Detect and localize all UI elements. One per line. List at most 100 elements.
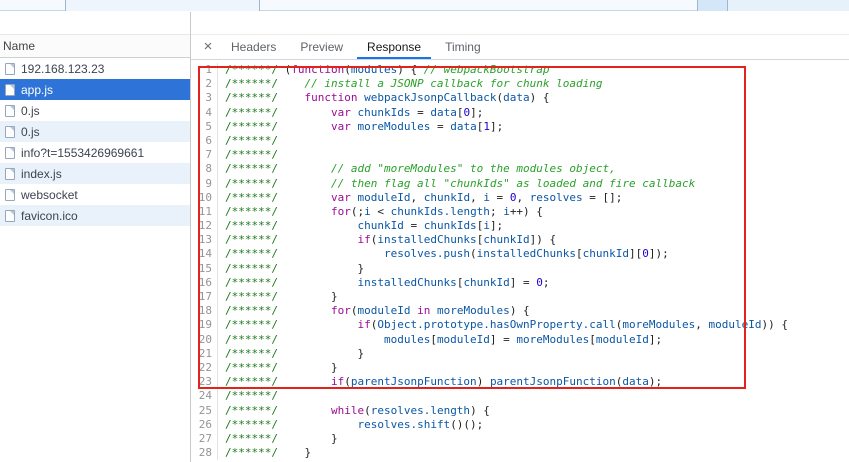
line-number[interactable]: 11 — [191, 204, 218, 220]
request-label: app.js — [21, 82, 54, 97]
line-number[interactable]: 17 — [191, 290, 218, 305]
code-line[interactable]: 2 /******/ // install a JSONP callback fo… — [191, 77, 849, 92]
line-number[interactable]: 19 — [191, 318, 218, 333]
code-line[interactable]: 26 /******/ resolves.shift()(); — [191, 417, 849, 432]
line-number[interactable]: 26 — [191, 417, 218, 432]
network-request-row[interactable]: index.js — [0, 163, 190, 184]
line-number[interactable]: 25 — [191, 403, 218, 418]
line-number[interactable]: 3 — [191, 91, 218, 106]
close-icon[interactable]: × — [197, 36, 219, 58]
code-line[interactable]: 24 /******/ — [191, 389, 849, 404]
line-number[interactable]: 12 — [191, 219, 218, 234]
tab-response[interactable]: Response — [357, 35, 432, 59]
file-icon — [5, 83, 15, 96]
line-number[interactable]: 24 — [191, 389, 218, 404]
network-request-row[interactable]: info?t=1553426969661 — [0, 142, 190, 163]
line-number[interactable]: 14 — [191, 247, 218, 262]
request-label: info?t=1553426969661 — [21, 145, 145, 160]
code-line[interactable]: 20 /******/ modules[moduleId] = moreModul… — [191, 332, 849, 347]
code-text: /******/ var moreModules = data[1]; — [225, 119, 504, 133]
line-number[interactable]: 9 — [191, 176, 218, 191]
line-number[interactable]: 8 — [191, 162, 218, 177]
code-text: /******/ resolves.shift()(); — [225, 417, 484, 431]
file-icon — [5, 209, 15, 222]
code-line[interactable]: 9 /******/ // then flag all "chunkIds" as… — [191, 176, 849, 191]
code-line[interactable]: 23 /******/ if(parentJsonpFunction) paren… — [191, 375, 849, 390]
network-name-column-header[interactable]: Name — [0, 34, 190, 58]
line-number[interactable]: 4 — [191, 105, 218, 120]
network-request-row[interactable]: app.js — [0, 79, 190, 100]
code-text: /******/ } — [225, 360, 338, 374]
code-line[interactable]: 8 /******/ // add "moreModules" to the mo… — [191, 162, 849, 177]
code-line[interactable]: 5 /******/ var moreModules = data[1]; — [191, 119, 849, 134]
code-text: /******/ (function(modules) { // webpack… — [225, 63, 550, 76]
response-code: 1 /******/ (function(modules) { // webpac… — [191, 63, 849, 461]
line-number[interactable]: 23 — [191, 375, 218, 390]
code-text: /******/ var moduleId, chunkId, i = 0, r… — [225, 190, 623, 204]
network-request-row[interactable]: favicon.ico — [0, 205, 190, 226]
response-code-area[interactable]: 1 /******/ (function(modules) { // webpac… — [191, 60, 849, 462]
response-detail-panel: × Headers Preview Response Timing 1 /******/… — [191, 12, 849, 462]
request-label: index.js — [21, 166, 62, 181]
code-line[interactable]: 13 /******/ if(installedChunks[chunkId]) … — [191, 233, 849, 248]
line-number[interactable]: 28 — [191, 446, 218, 461]
line-number[interactable]: 18 — [191, 304, 218, 319]
code-line[interactable]: 11 /******/ for(;i < chunkIds.length; i++… — [191, 204, 849, 220]
network-panel: Name 192.168.123.23 app.js 0.js 0.js info?t=… — [0, 12, 191, 462]
line-number[interactable]: 1 — [191, 63, 218, 78]
code-line[interactable]: 15 /******/ } — [191, 261, 849, 276]
code-line[interactable]: 1 /******/ (function(modules) { // webpac… — [191, 63, 849, 78]
tab-preview[interactable]: Preview — [290, 35, 353, 59]
code-line[interactable]: 22 /******/ } — [191, 360, 849, 376]
code-text: /******/ // add "moreModules" to the mod… — [225, 162, 616, 176]
code-line[interactable]: 21 /******/ } — [191, 346, 849, 361]
line-number[interactable]: 20 — [191, 332, 218, 347]
line-number[interactable]: 21 — [191, 346, 218, 361]
code-line[interactable]: 18 /******/ for(moduleId in moreModules) … — [191, 304, 849, 319]
code-text: /******/ — [225, 389, 278, 403]
code-text: /******/ if(parentJsonpFunction) parentJ… — [225, 375, 663, 389]
line-number[interactable]: 7 — [191, 148, 218, 163]
line-number[interactable]: 10 — [191, 190, 218, 205]
code-line[interactable]: 14 /******/ resolves.push(installedChunks… — [191, 247, 849, 262]
tab-timing[interactable]: Timing — [435, 35, 491, 59]
file-icon — [5, 188, 15, 201]
code-text: /******/ } — [225, 261, 365, 275]
line-number[interactable]: 6 — [191, 133, 218, 149]
line-number[interactable]: 15 — [191, 261, 218, 276]
line-number[interactable]: 16 — [191, 275, 218, 290]
tab-headers[interactable]: Headers — [221, 35, 286, 59]
line-number[interactable]: 22 — [191, 360, 218, 376]
code-line[interactable]: 7 /******/ — [191, 148, 849, 163]
code-line[interactable]: 25 /******/ while(resolves.length) { — [191, 403, 849, 418]
code-line[interactable]: 27 /******/ } — [191, 431, 849, 447]
network-request-row[interactable]: 0.js — [0, 121, 190, 142]
network-request-row[interactable]: 192.168.123.23 — [0, 58, 190, 79]
browser-tab-divider — [65, 0, 66, 11]
code-line[interactable]: 10 /******/ var moduleId, chunkId, i = 0,… — [191, 190, 849, 205]
browser-tab-segment — [727, 0, 849, 11]
code-line[interactable]: 4 /******/ var chunkIds = data[0]; — [191, 105, 849, 120]
line-number[interactable]: 27 — [191, 431, 218, 447]
network-request-row[interactable]: 0.js — [0, 100, 190, 121]
file-icon — [5, 167, 15, 180]
file-icon — [5, 125, 15, 138]
line-number[interactable]: 13 — [191, 233, 218, 248]
code-line[interactable]: 28 /******/ } — [191, 446, 849, 461]
code-line[interactable]: 12 /******/ chunkId = chunkIds[i]; — [191, 219, 849, 234]
code-text: /******/ } — [225, 346, 365, 360]
code-text: /******/ resolves.push(installedChunks[c… — [225, 247, 669, 261]
line-number[interactable]: 5 — [191, 119, 218, 134]
request-label: 0.js — [21, 103, 40, 118]
code-line[interactable]: 6 /******/ — [191, 133, 849, 149]
detail-tabs: Headers Preview Response Timing — [219, 35, 493, 59]
code-line[interactable]: 19 /******/ if(Object.prototype.hasOwnPro… — [191, 318, 849, 333]
code-line[interactable]: 16 /******/ installedChunks[chunkId] = 0; — [191, 275, 849, 290]
request-label: websocket — [21, 187, 78, 202]
code-line[interactable]: 3 /******/ function webpackJsonpCallback(… — [191, 91, 849, 106]
line-number[interactable]: 2 — [191, 77, 218, 92]
network-request-list: 192.168.123.23 app.js 0.js 0.js info?t=15534… — [0, 58, 190, 226]
file-icon — [5, 104, 15, 117]
code-line[interactable]: 17 /******/ } — [191, 290, 849, 305]
network-request-row[interactable]: websocket — [0, 184, 190, 205]
